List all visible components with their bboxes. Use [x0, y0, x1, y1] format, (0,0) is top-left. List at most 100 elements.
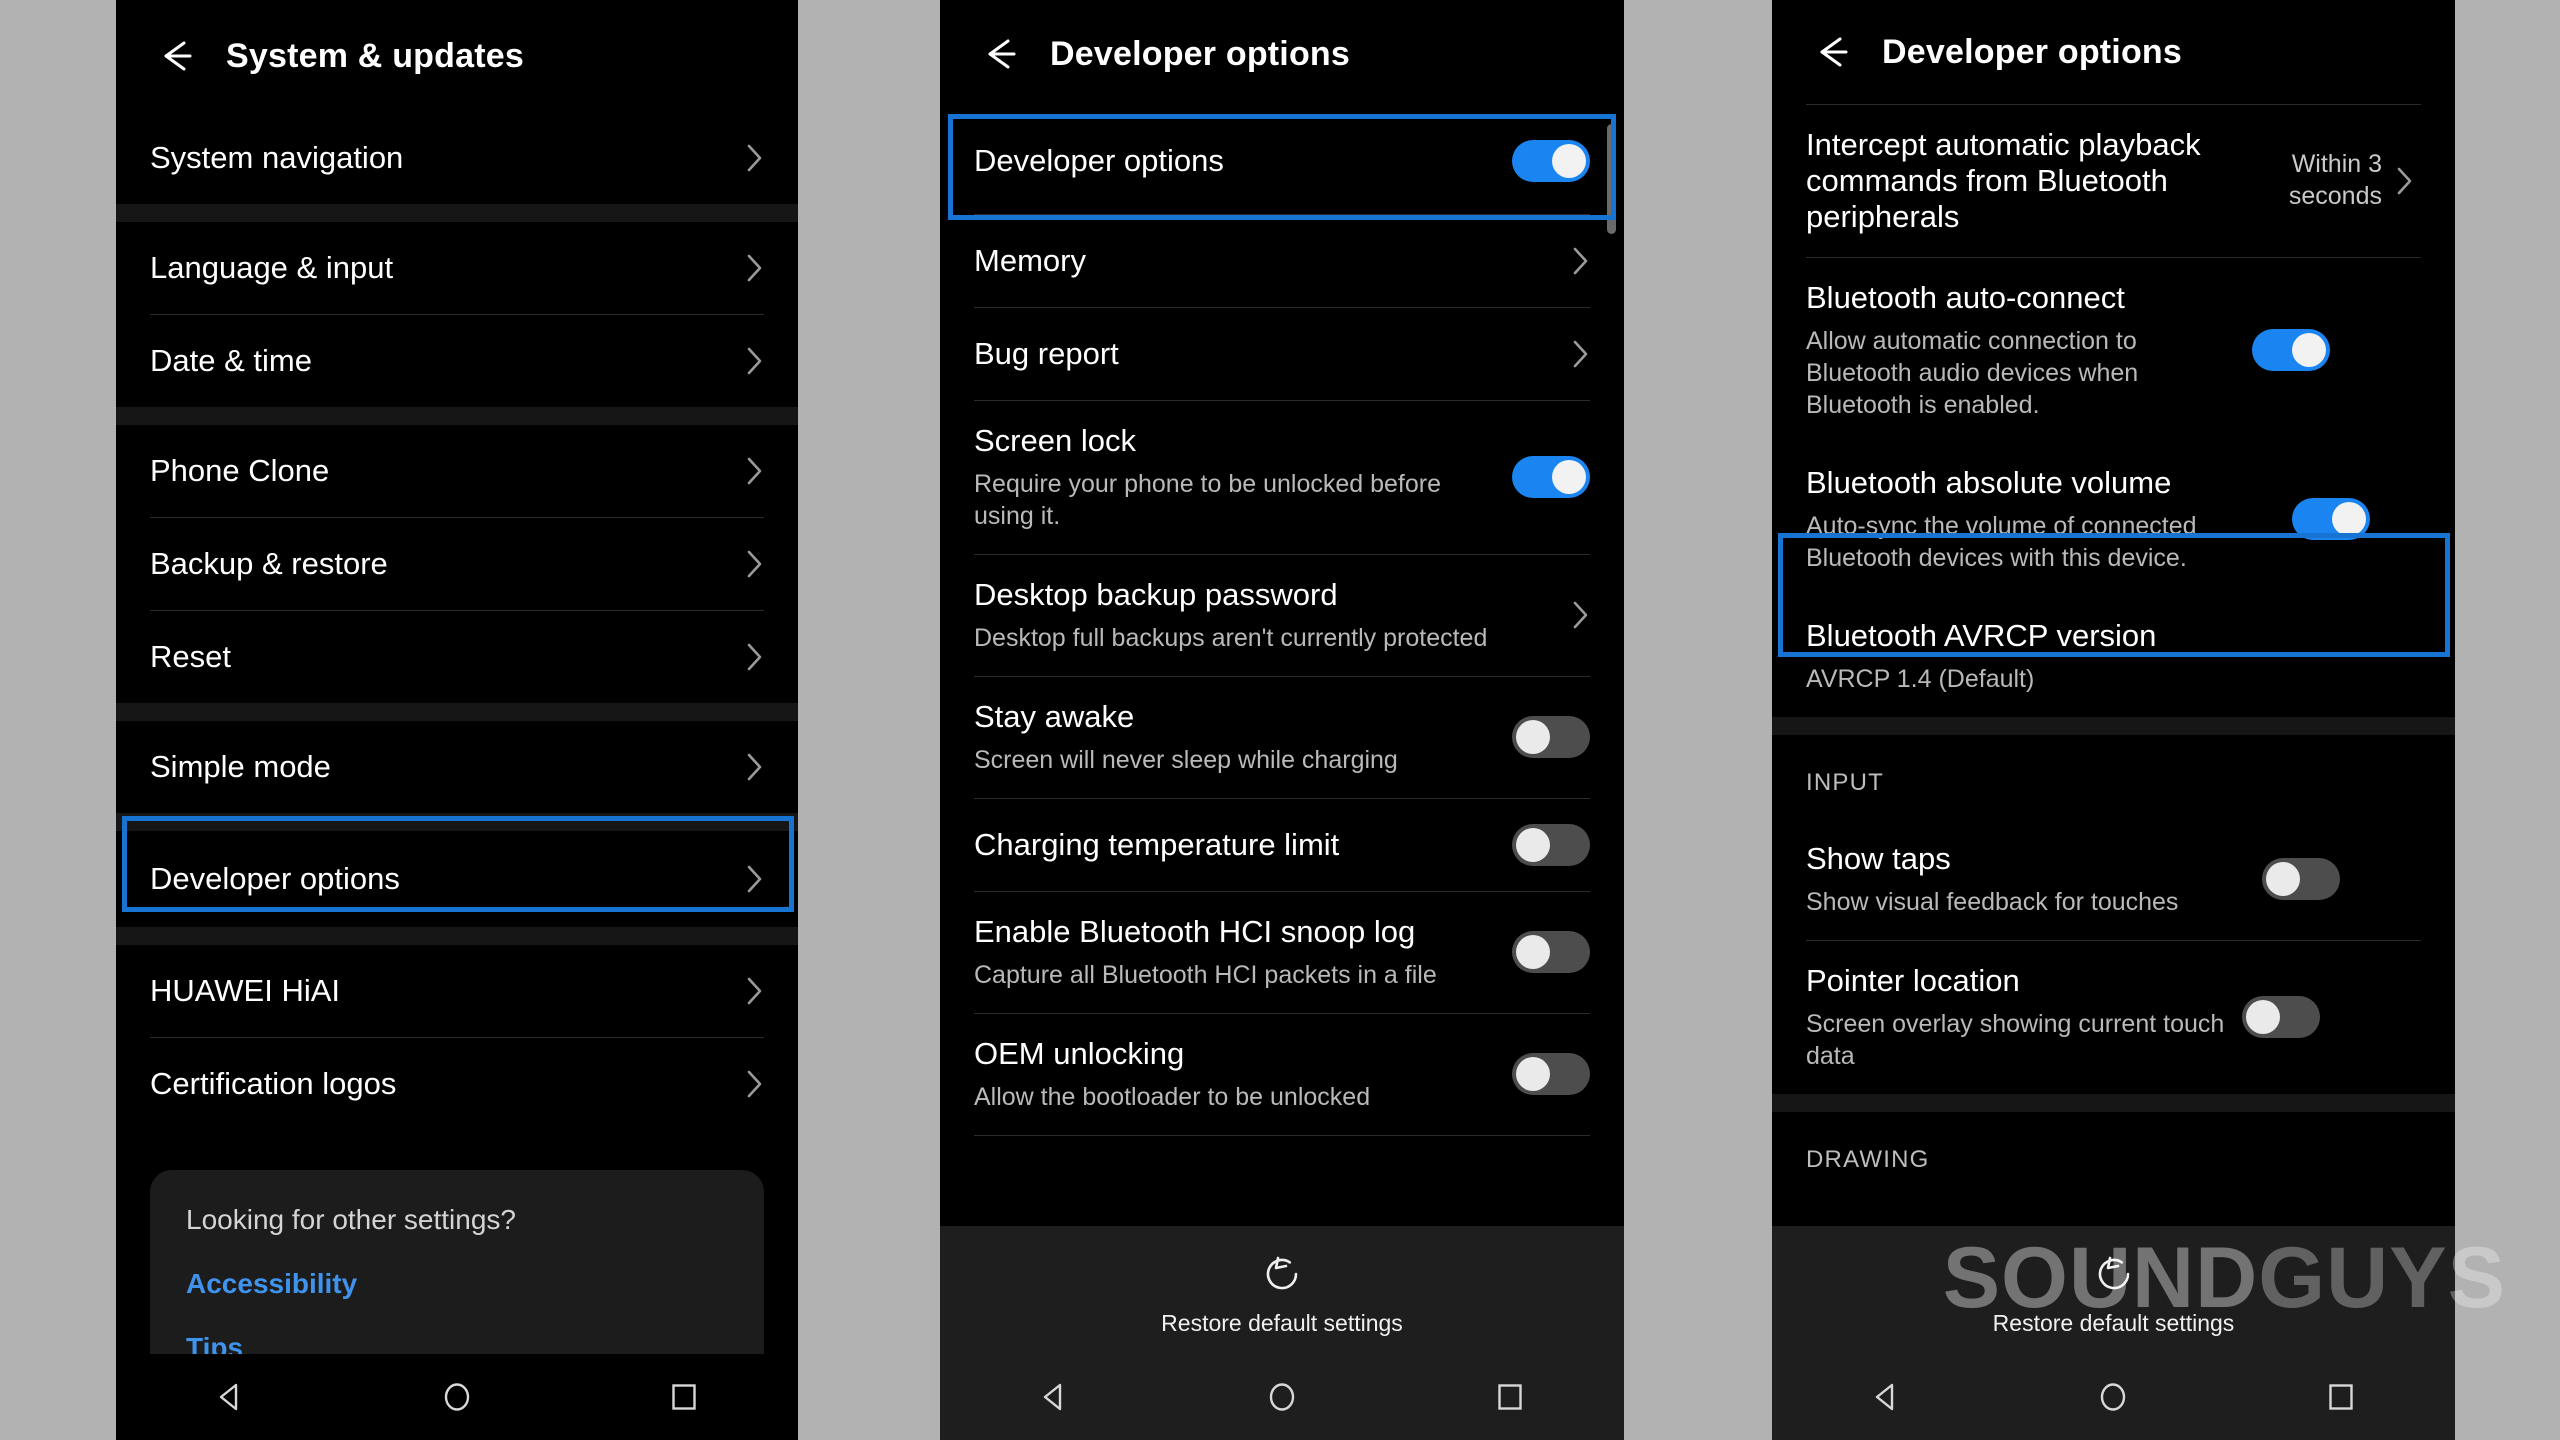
- settings-list-input: Show taps Show visual feedback for touch…: [1772, 818, 2455, 1094]
- list-item-memory[interactable]: Memory: [940, 215, 1624, 307]
- back-triangle-icon[interactable]: [207, 1374, 253, 1420]
- list-item-label: Phone Clone: [150, 453, 330, 489]
- chevron-right-icon: [746, 455, 764, 487]
- list-item-label: Developer options: [150, 861, 400, 897]
- list-item-label: Desktop backup password: [974, 576, 1338, 612]
- chevron-right-icon: [746, 751, 764, 783]
- page-title: Developer options: [1050, 34, 1351, 73]
- list-item-bluetooth-absolute-volume[interactable]: Bluetooth absolute volume Auto-sync the …: [1772, 442, 2455, 596]
- restore-default-settings-button[interactable]: Restore default settings: [940, 1226, 1624, 1354]
- list-item-description: Screen will never sleep while charging: [974, 745, 1398, 774]
- chevron-right-icon: [746, 1068, 764, 1100]
- list-item-description: Show visual feedback for touches: [1806, 887, 2179, 916]
- settings-group: System navigation: [116, 112, 798, 204]
- toggle-bluetooth-absolute-volume[interactable]: [2292, 498, 2370, 541]
- list-item-screen-lock[interactable]: Screen lock Require your phone to be unl…: [940, 401, 1624, 554]
- list-item-label: Language & input: [150, 250, 394, 286]
- home-circle-icon[interactable]: [2090, 1374, 2136, 1420]
- group-separator: [1772, 716, 2455, 735]
- list-item-huawei-hiai[interactable]: HUAWEI HiAI: [116, 945, 798, 1037]
- toggle-charging-temperature-limit[interactable]: [1512, 823, 1590, 866]
- list-item-label: Simple mode: [150, 749, 331, 785]
- group-separator: [116, 204, 798, 222]
- panel1-appbar: System & updates: [116, 0, 798, 112]
- list-item-label: Bug report: [974, 336, 1119, 372]
- restore-default-settings-button[interactable]: Restore default settings: [1772, 1226, 2455, 1354]
- list-item-developer-options[interactable]: Developer options: [116, 831, 798, 927]
- chevron-right-icon: [746, 863, 764, 895]
- divider: [974, 1134, 1590, 1136]
- list-item-value: Within 3 seconds: [2288, 150, 2382, 210]
- home-circle-icon[interactable]: [434, 1374, 480, 1420]
- chevron-right-icon: [746, 142, 764, 174]
- list-item-label: Intercept automatic playback commands fr…: [1806, 127, 2201, 234]
- list-item-label: Charging temperature limit: [974, 826, 1340, 862]
- list-item-oem-unlocking[interactable]: OEM unlocking Allow the bootloader to be…: [940, 1013, 1624, 1135]
- list-item-label: Show taps: [1806, 840, 1951, 876]
- phone-screen-developer-options-1: Developer options Developer options Memo…: [940, 0, 1624, 1440]
- toggle-pointer-location[interactable]: [2242, 996, 2320, 1039]
- list-item-date-time[interactable]: Date & time: [116, 315, 798, 407]
- phone-screen-system-updates: System & updates System navigation Langu…: [116, 0, 798, 1440]
- group-separator: [116, 703, 798, 721]
- settings-group: Developer options: [116, 831, 798, 927]
- list-item-simple-mode[interactable]: Simple mode: [116, 721, 798, 813]
- list-item-desktop-backup-password[interactable]: Desktop backup password Desktop full bac…: [940, 554, 1624, 676]
- recents-square-icon[interactable]: [661, 1374, 707, 1420]
- restore-default-settings-label: Restore default settings: [1992, 1310, 2235, 1336]
- list-item-description: Allow the bootloader to be unlocked: [974, 1082, 1371, 1111]
- list-item-description: Allow automatic connection to Bluetooth …: [1806, 326, 2139, 419]
- home-circle-icon[interactable]: [1259, 1374, 1305, 1420]
- list-item-pointer-location[interactable]: Pointer location Screen overlay showing …: [1772, 940, 2455, 1094]
- list-item-certification-logos[interactable]: Certification logos: [116, 1038, 798, 1130]
- list-item-label: Bluetooth absolute volume: [1806, 464, 2172, 500]
- settings-group: HUAWEI HiAI Certification logos: [116, 945, 798, 1130]
- panel2-appbar: Developer options: [940, 0, 1624, 108]
- list-item-description: Capture all Bluetooth HCI packets in a f…: [974, 960, 1437, 989]
- page-title: System & updates: [226, 36, 524, 75]
- list-item-language-input[interactable]: Language & input: [116, 222, 798, 314]
- list-item-show-taps[interactable]: Show taps Show visual feedback for touch…: [1772, 818, 2455, 940]
- toggle-developer-options[interactable]: [1512, 140, 1590, 182]
- back-arrow-icon[interactable]: [978, 31, 1024, 77]
- screenshot-stage: System & updates System navigation Langu…: [0, 0, 2560, 1440]
- list-item-bluetooth-auto-connect[interactable]: Bluetooth auto-connect Allow automatic c…: [1772, 257, 2455, 443]
- chevron-right-icon: [746, 641, 764, 673]
- recents-square-icon[interactable]: [1487, 1374, 1533, 1420]
- list-item-label: System navigation: [150, 140, 404, 176]
- list-item-description: Auto-sync the volume of connected Blueto…: [1806, 511, 2197, 572]
- restore-refresh-icon: [2088, 1248, 2140, 1300]
- toggle-show-taps[interactable]: [2262, 858, 2340, 901]
- scrollbar-thumb[interactable]: [1607, 124, 1616, 234]
- list-item-developer-options-toggle[interactable]: Developer options: [940, 108, 1624, 214]
- recents-square-icon[interactable]: [2318, 1374, 2364, 1420]
- list-item-intercept-playback-commands[interactable]: Intercept automatic playback commands fr…: [1772, 105, 2455, 257]
- list-item-reset[interactable]: Reset: [116, 611, 798, 703]
- list-item-backup-restore[interactable]: Backup & restore: [116, 518, 798, 610]
- panel3-navbar: [1772, 1354, 2455, 1440]
- toggle-bluetooth-auto-connect[interactable]: [2252, 329, 2330, 372]
- list-item-bluetooth-hci-snoop-log[interactable]: Enable Bluetooth HCI snoop log Capture a…: [940, 891, 1624, 1013]
- list-item-label: Screen lock: [974, 423, 1136, 458]
- link-accessibility[interactable]: Accessibility: [186, 1268, 728, 1300]
- list-item-system-navigation[interactable]: System navigation: [116, 112, 798, 204]
- chevron-right-icon: [746, 345, 764, 377]
- back-arrow-icon[interactable]: [154, 33, 200, 79]
- list-item-label: Stay awake: [974, 698, 1135, 734]
- section-header-drawing: DRAWING: [1772, 1111, 2455, 1196]
- list-item-bug-report[interactable]: Bug report: [940, 308, 1624, 400]
- chevron-right-icon: [1572, 599, 1590, 631]
- toggle-screen-lock[interactable]: [1512, 456, 1590, 499]
- back-arrow-icon[interactable]: [1810, 29, 1856, 75]
- toggle-oem-unlocking[interactable]: [1512, 1053, 1590, 1096]
- list-item-bluetooth-avrcp-version[interactable]: Bluetooth AVRCP version AVRCP 1.4 (Defau…: [1772, 595, 2455, 717]
- list-item-stay-awake[interactable]: Stay awake Screen will never sleep while…: [940, 676, 1624, 798]
- panel2-navbar: [940, 1354, 1624, 1440]
- back-triangle-icon[interactable]: [1031, 1374, 1077, 1420]
- list-item-charging-temperature-limit[interactable]: Charging temperature limit: [940, 798, 1624, 891]
- section-header-input: INPUT: [1772, 734, 2455, 819]
- list-item-phone-clone[interactable]: Phone Clone: [116, 425, 798, 517]
- back-triangle-icon[interactable]: [1863, 1374, 1909, 1420]
- toggle-bluetooth-hci-snoop-log[interactable]: [1512, 931, 1590, 974]
- toggle-stay-awake[interactable]: [1512, 716, 1590, 759]
